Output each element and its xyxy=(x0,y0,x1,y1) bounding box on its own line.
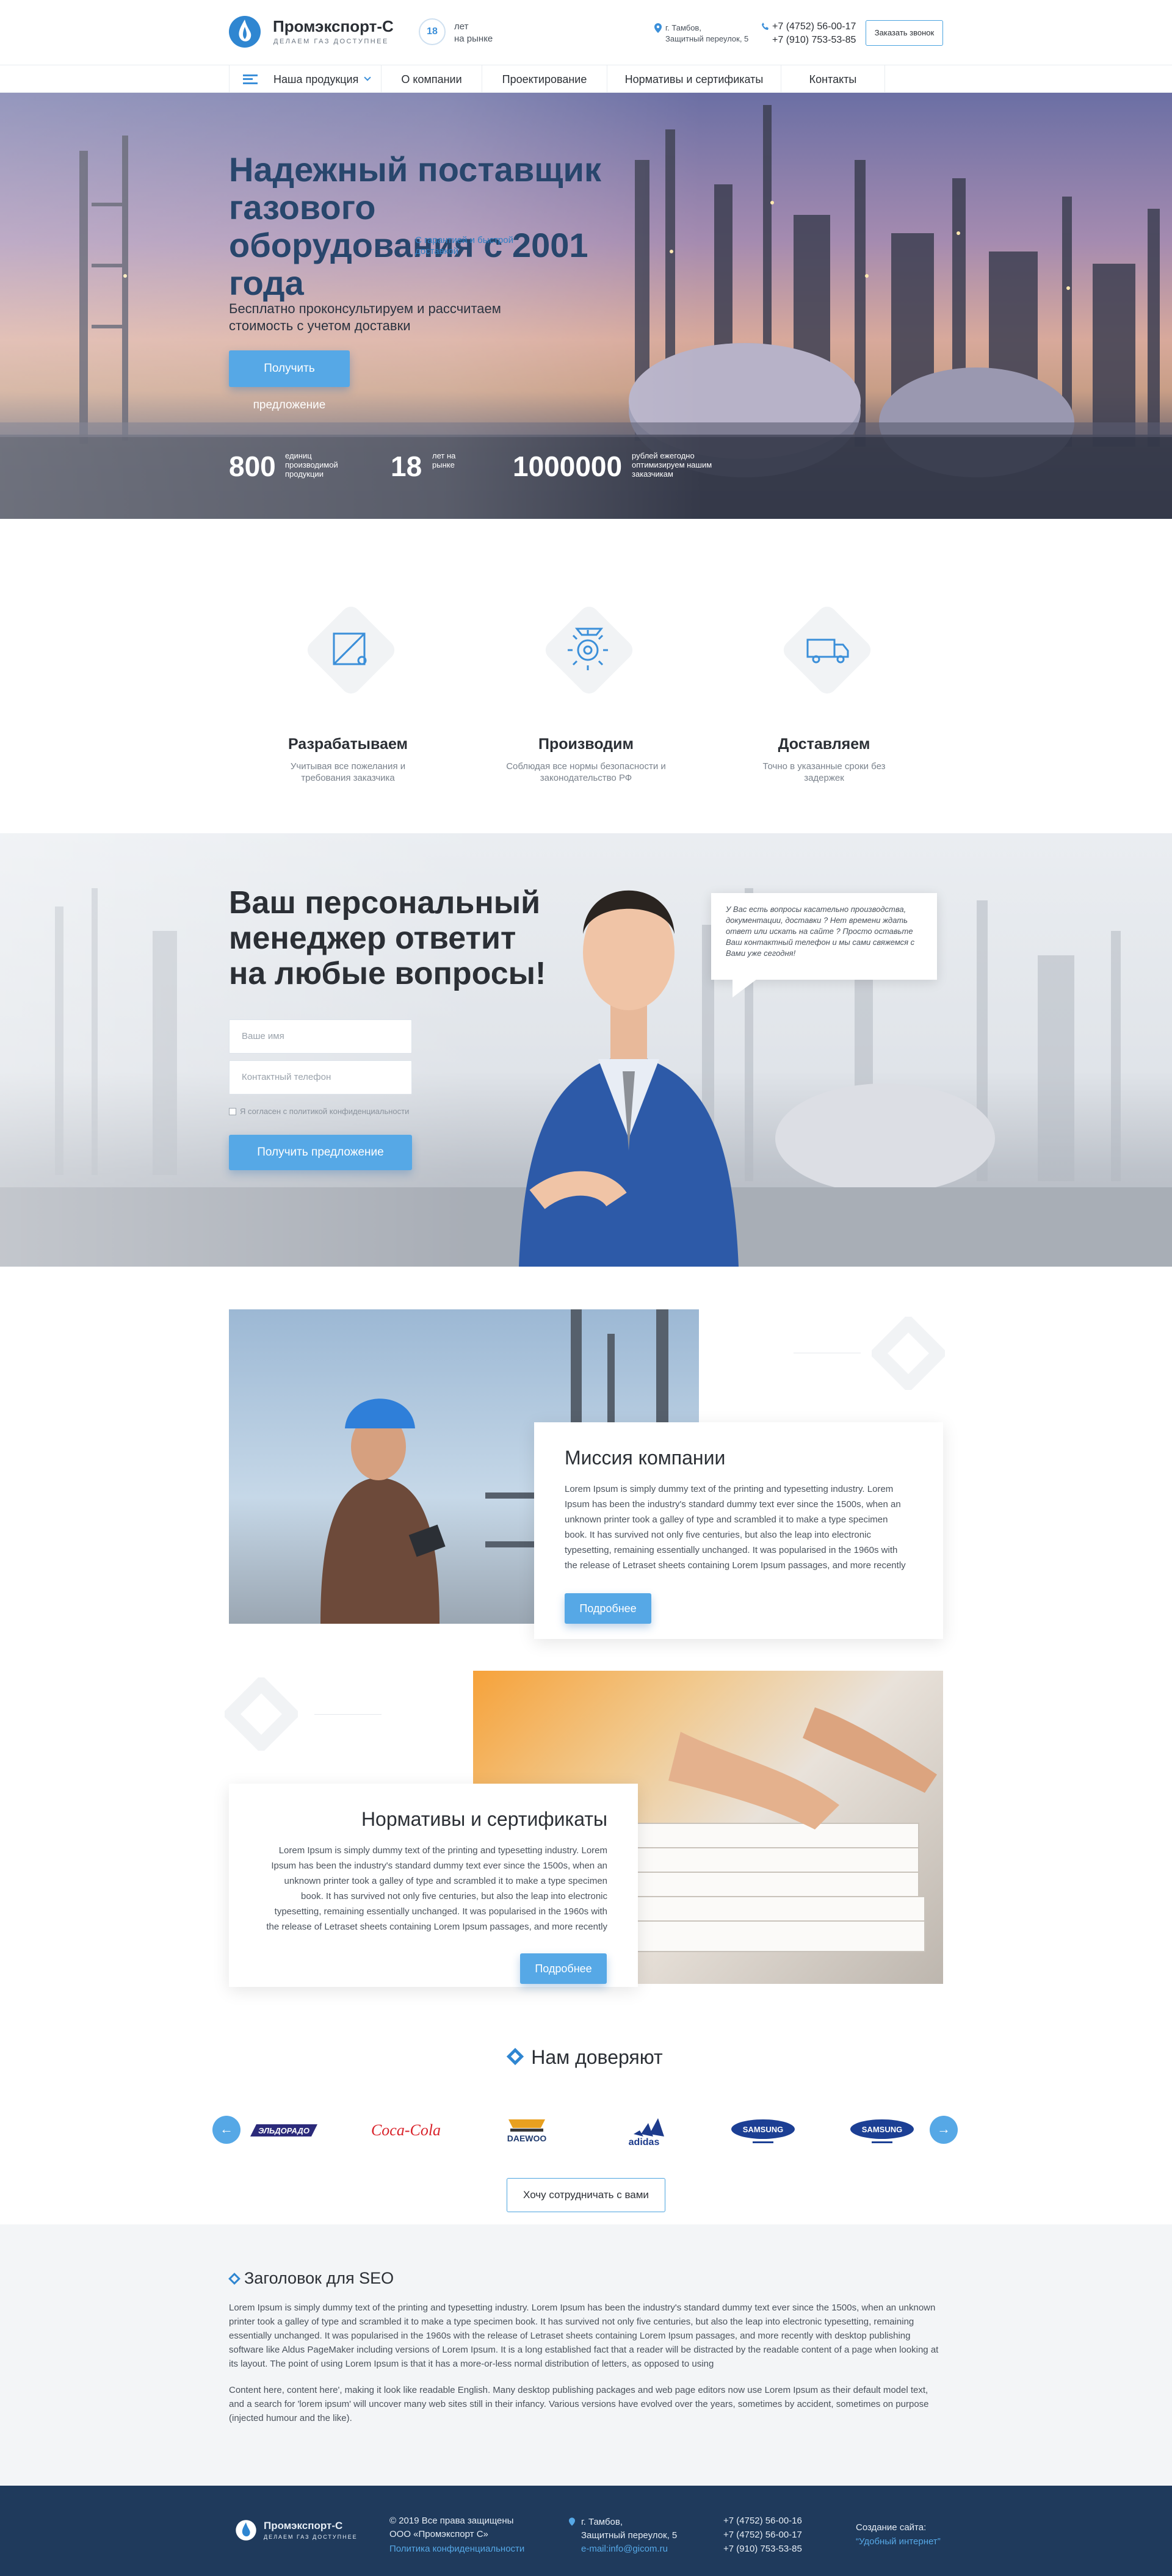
svg-text:Coca-Cola: Coca-Cola xyxy=(371,2121,441,2139)
manager-title: Ваш персональный менеджер ответит на люб… xyxy=(229,885,546,991)
feature-desc: Точно в указанные сроки без задержек xyxy=(762,761,886,783)
cooperate-button[interactable]: Хочу сотрудничать с вами xyxy=(507,2178,665,2212)
seo-section: Заголовок для SEO Lorem Ipsum is simply … xyxy=(0,2224,1172,2486)
footer-created-label: Создание сайта: xyxy=(856,2522,927,2533)
manager-section: Ваш персональный менеджер ответит на люб… xyxy=(0,833,1172,1267)
manager-submit-button[interactable]: Получить предложение xyxy=(229,1135,412,1170)
stat-number: 1000000 xyxy=(513,450,623,482)
chevron-down-icon xyxy=(364,74,371,81)
menu-icon-bar xyxy=(243,78,253,80)
nav-normatives[interactable]: Нормативы и сертификаты xyxy=(607,65,781,93)
brand-name[interactable]: Промэкспорт-С xyxy=(273,17,394,36)
hero-title: Надежный поставщик газового оборудования… xyxy=(229,150,602,302)
feature-title: Разрабатываем xyxy=(288,736,408,753)
diamond-icon xyxy=(228,2273,241,2285)
svg-text:DAEWOO: DAEWOO xyxy=(507,2133,547,2143)
header-phones: +7 (4752) 56-00-17 +7 (910) 753-53-85 xyxy=(772,20,856,47)
nav-products[interactable]: Наша продукция xyxy=(229,65,382,93)
carousel-prev-button[interactable]: ← xyxy=(212,2116,241,2144)
brand-logo-samsung: SAMSUNG xyxy=(717,2113,809,2147)
location-pin-icon xyxy=(569,2517,575,2526)
footer-address: г. Тамбов, Защитный переулок, 5 xyxy=(581,2517,678,2541)
footer-copyright: © 2019 Все права защищены ООО «Промэкспо… xyxy=(389,2516,514,2539)
trust-title: Нам доверяют xyxy=(0,2046,1172,2069)
brand-logo-eldorado: ЭЛЬДОРАДО xyxy=(241,2113,333,2147)
header-phone-1[interactable]: +7 (4752) 56-00-17 xyxy=(772,20,856,34)
feature-desc: Учитывая все пожелания и требования зака… xyxy=(290,761,406,783)
privacy-agree-checkbox[interactable]: Я согласен с политикой конфиденциальност… xyxy=(229,1107,409,1116)
stat-number: 800 xyxy=(229,450,276,482)
trust-title-text: Нам доверяют xyxy=(531,2046,663,2068)
years-badge: 18 xyxy=(419,18,446,45)
svg-text:SAMSUNG: SAMSUNG xyxy=(743,2125,783,2134)
stat-label: рублей ежегодно оптимизируем нашим заказ… xyxy=(632,451,712,479)
feature-card-production xyxy=(534,586,638,694)
bubble-tail xyxy=(733,979,757,997)
footer-brand: Промэкспорт-С xyxy=(264,2520,343,2531)
phone-icon xyxy=(761,23,770,31)
brand-slogan: Делаем газ доступнее xyxy=(273,38,389,45)
footer-privacy-link[interactable]: Политика конфиденциальности xyxy=(389,2542,524,2556)
stat-label: единиц производимой продукции xyxy=(285,451,338,479)
diamond-icon xyxy=(507,2047,524,2066)
name-input[interactable]: Ваше имя xyxy=(229,1019,412,1054)
mission-title: Миссия компании xyxy=(565,1447,726,1469)
header-address: г. Тамбов, Защитный переулок, 5 xyxy=(665,23,749,43)
seo-paragraph: Lorem Ipsum is simply dummy text of the … xyxy=(229,2303,939,2369)
site-header: Промэкспорт-С Делаем газ доступнее 18 ле… xyxy=(0,0,1172,65)
callback-button[interactable]: Заказать звонок xyxy=(866,20,943,46)
footer-email[interactable]: e-mail:info@gicom.ru xyxy=(581,2542,668,2556)
hero-offer-button[interactable]: Получить предложение xyxy=(229,350,350,411)
nav-design[interactable]: Проектирование xyxy=(482,65,607,93)
seo-paragraph: Content here, content here', making it l… xyxy=(229,2385,929,2423)
footer-created-link[interactable]: “Удобный интернет” xyxy=(856,2535,941,2549)
footer-phone-1[interactable]: +7 (4752) 56-00-16 xyxy=(723,2514,802,2528)
feature-card-delivery xyxy=(772,586,876,694)
mission-more-button[interactable]: Подробнее xyxy=(565,1593,651,1624)
feature-desc: Соблюдая все нормы безопасности и законо… xyxy=(506,761,666,783)
footer-phone-3[interactable]: +7 (910) 753-53-85 xyxy=(723,2542,802,2556)
seo-title: Заголовок для SEO xyxy=(244,2269,394,2287)
main-nav: Наша продукция О компании Проектирование… xyxy=(0,65,1172,93)
hero-tagline: С гарантией и быстрой доставкой xyxy=(415,235,513,256)
checkbox-icon xyxy=(229,1108,236,1115)
norms-title: Нормативы и сертификаты xyxy=(361,1808,607,1830)
brand-logo-daewoo: DAEWOO xyxy=(481,2113,573,2147)
norms-text: Lorem Ipsum is simply dummy text of the … xyxy=(266,1845,607,1932)
brand-logo-cocacola: Coca-Cola xyxy=(360,2113,452,2147)
header-phone-2[interactable]: +7 (910) 753-53-85 xyxy=(772,34,856,47)
footer-phone-2[interactable]: +7 (4752) 56-00-17 xyxy=(723,2528,802,2542)
mission-text: Lorem Ipsum is simply dummy text of the … xyxy=(565,1484,906,1571)
nav-contacts[interactable]: Контакты xyxy=(781,65,885,93)
stat-label: лет на рынке xyxy=(432,451,456,469)
logo-icon[interactable] xyxy=(228,15,262,49)
manager-speech-bubble: У Вас есть вопросы касательно производст… xyxy=(711,893,937,980)
decor-diamond-icon xyxy=(872,1317,945,1390)
location-pin-icon xyxy=(654,23,662,33)
nav-about[interactable]: О компании xyxy=(382,65,482,93)
site-footer: Промэкспорт-С Делаем газ доступнее © 201… xyxy=(0,2486,1172,2576)
svg-text:SAMSUNG: SAMSUNG xyxy=(862,2125,902,2134)
carousel-next-button[interactable]: → xyxy=(930,2116,958,2144)
norms-more-button[interactable]: Подробнее xyxy=(520,1953,607,1984)
footer-slogan: Делаем газ доступнее xyxy=(264,2534,358,2540)
svg-text:adidas: adidas xyxy=(629,2137,660,2147)
hero-subtitle: Бесплатно проконсультируем и рассчитаем … xyxy=(229,301,501,333)
brand-logo-samsung: SAMSUNG xyxy=(836,2113,928,2147)
brand-logo-adidas: adidas xyxy=(598,2113,690,2147)
feature-title: Доставляем xyxy=(778,736,870,753)
feature-card-design xyxy=(296,586,400,694)
decor-diamond-icon xyxy=(225,1677,298,1751)
phone-input[interactable]: Контактный телефон xyxy=(229,1060,412,1094)
svg-text:ЭЛЬДОРАДО: ЭЛЬДОРАДО xyxy=(258,2126,309,2135)
feature-title: Производим xyxy=(538,736,634,753)
privacy-agree-label: Я согласен с политикой конфиденциальност… xyxy=(240,1107,410,1116)
years-label: лет на рынке xyxy=(454,21,493,44)
nav-products-label: Наша продукция xyxy=(273,73,359,85)
hero-section: Надежный поставщик газового оборудования… xyxy=(0,93,1172,519)
footer-logo-icon[interactable] xyxy=(235,2519,257,2541)
decor-line xyxy=(314,1714,382,1715)
stat-number: 18 xyxy=(391,450,422,482)
